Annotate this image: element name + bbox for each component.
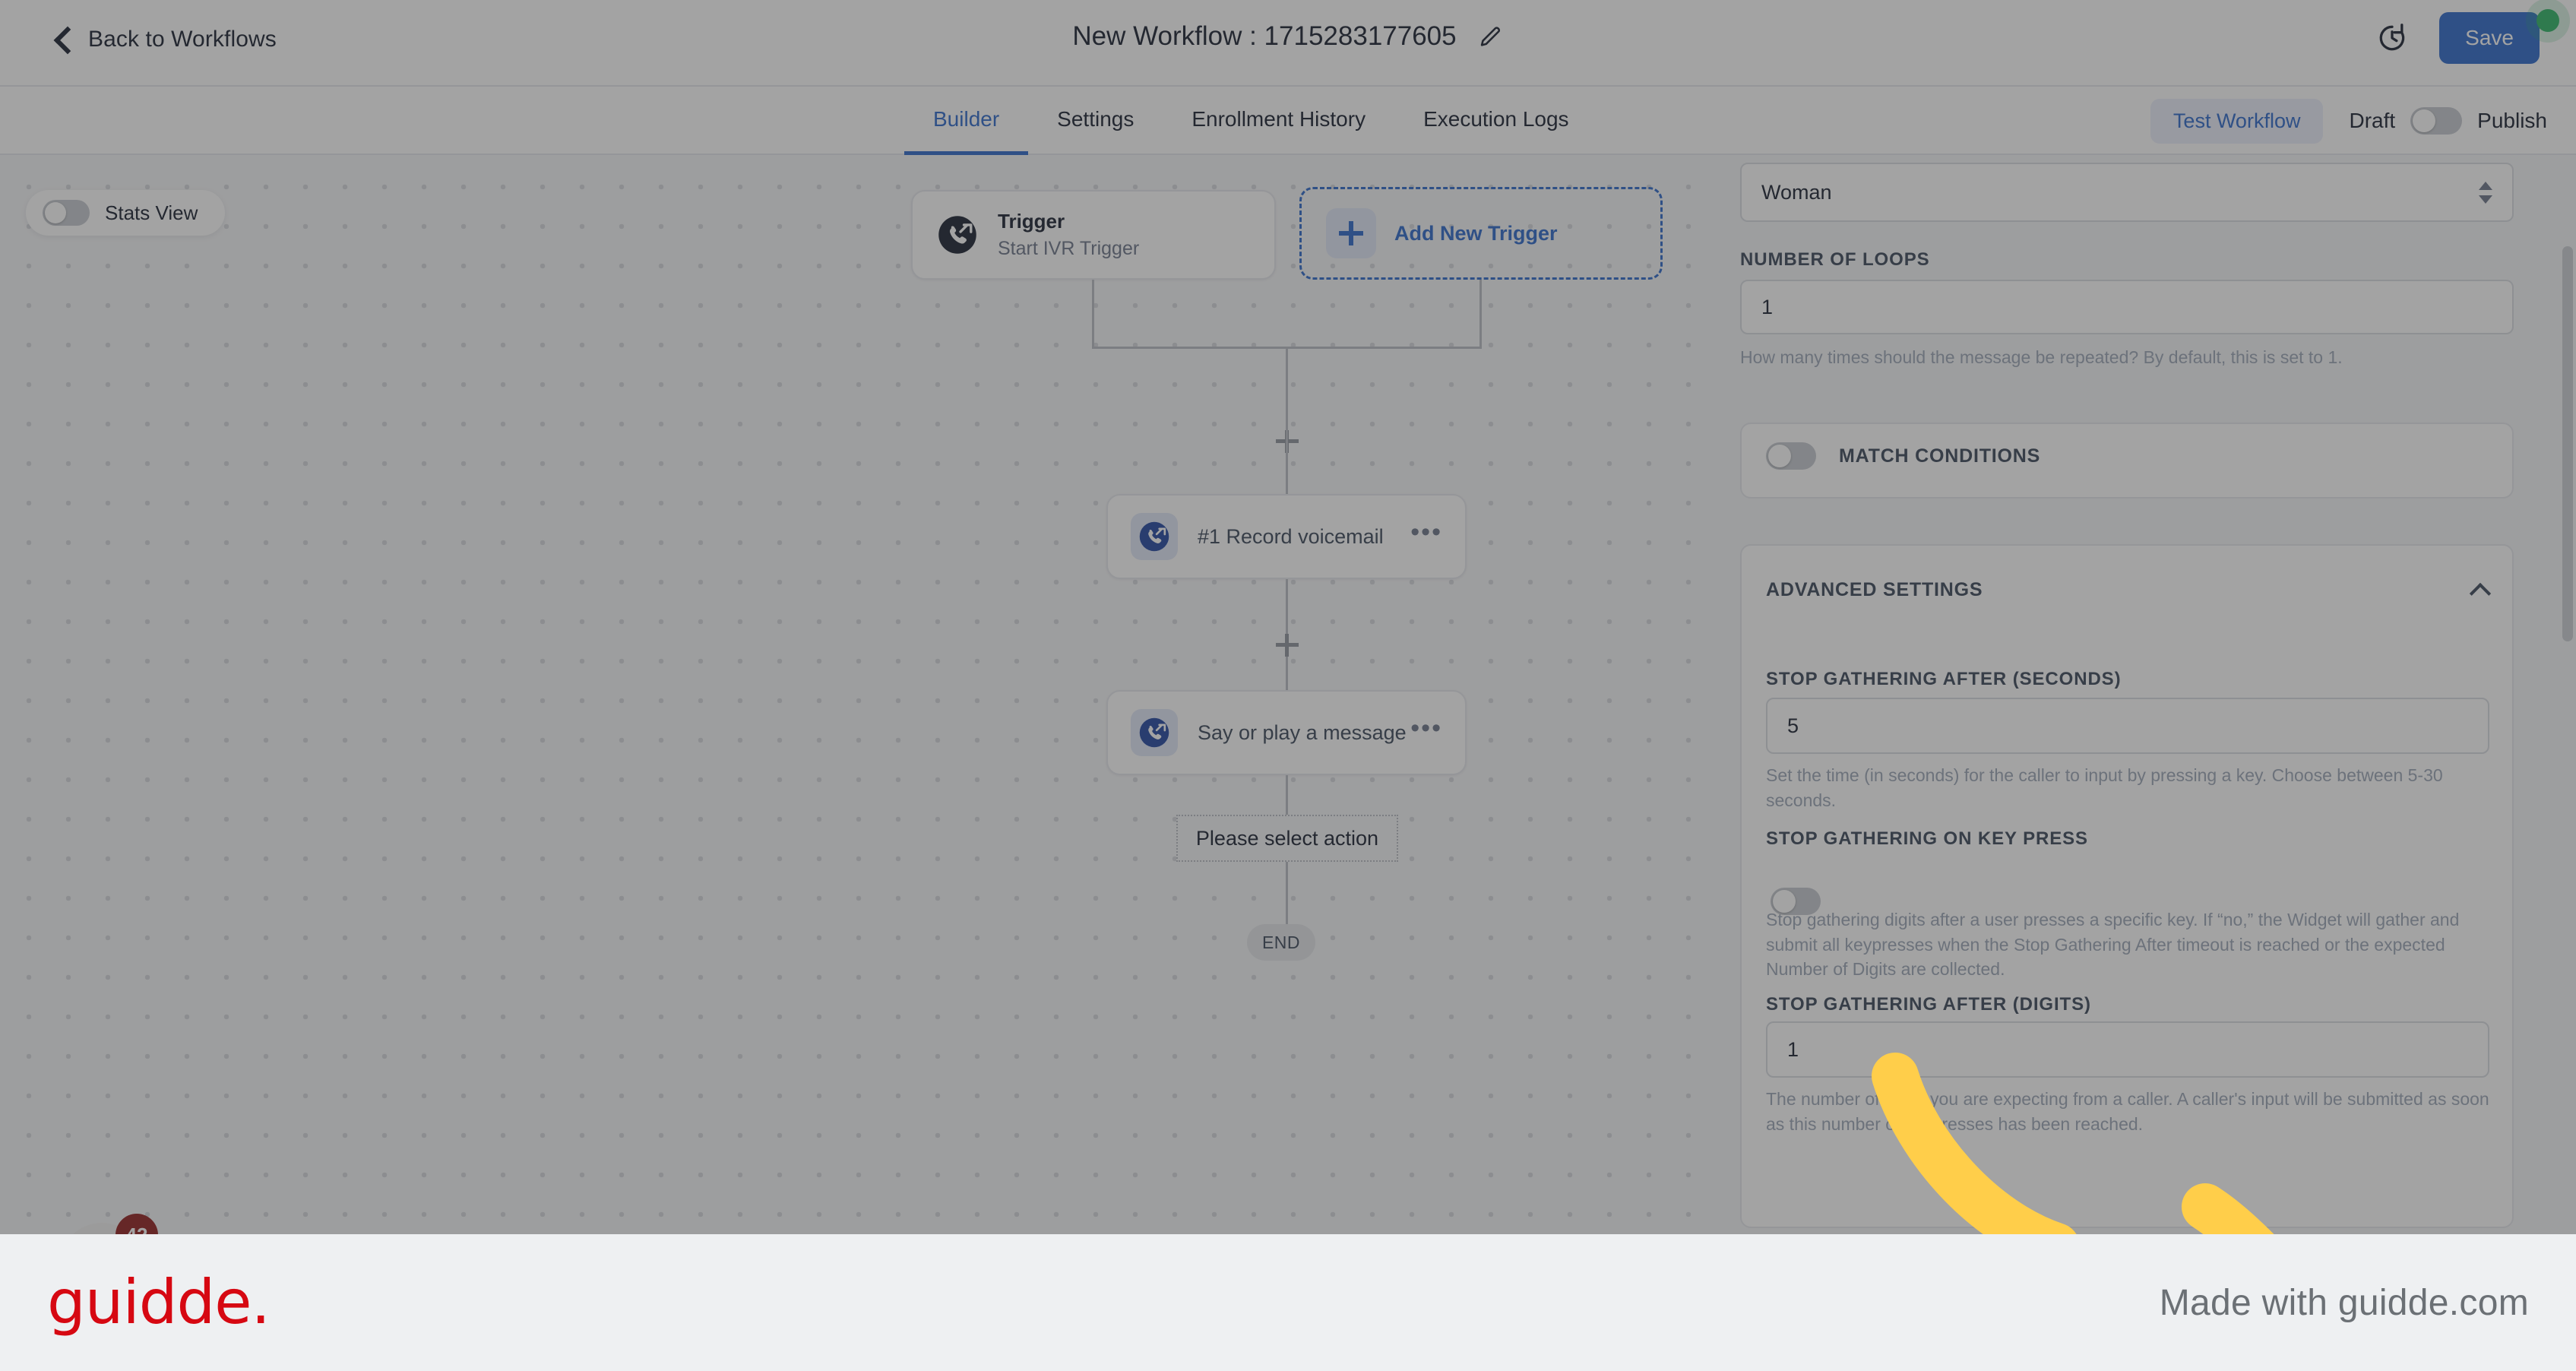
number-of-loops-input[interactable]: 1 <box>1740 280 2514 334</box>
end-node: END <box>1247 924 1315 961</box>
stop-gathering-seconds-helper: Set the time (in seconds) for the caller… <box>1766 765 2443 810</box>
connector-line <box>1286 775 1288 818</box>
stats-view-toggle-group[interactable]: Stats View <box>26 190 226 236</box>
trigger-card-subtitle: Start IVR Trigger <box>998 238 1140 259</box>
select-action-hint: Please select action <box>1176 815 1398 862</box>
stop-gathering-keypress-toggle[interactable] <box>1771 888 1821 915</box>
pencil-icon[interactable] <box>1478 24 1504 49</box>
step-label: #1 Record voicemail <box>1198 524 1384 548</box>
connector-line <box>1479 280 1482 348</box>
stop-gathering-seconds-label: STOP GATHERING AFTER (SECONDS) <box>1766 669 2122 689</box>
number-of-loops-label: NUMBER OF LOOPS <box>1740 249 1930 270</box>
step-label: Say or play a message <box>1198 720 1407 744</box>
add-new-trigger-label: Add New Trigger <box>1394 221 1558 245</box>
workflow-canvas[interactable]: Stats View Trigger Start IVR Trigger Add… <box>0 155 1696 1234</box>
trigger-card-title: Trigger <box>998 210 1065 233</box>
stop-gathering-keypress-label: STOP GATHERING ON KEY PRESS <box>1766 828 2088 849</box>
select-action-hint-label: Please select action <box>1195 826 1379 850</box>
toggle-knob <box>1773 890 1796 913</box>
add-new-trigger-button[interactable]: Add New Trigger <box>1299 187 1663 280</box>
publish-label: Publish <box>2477 109 2547 132</box>
connector-line <box>1286 862 1288 924</box>
connector-line <box>1092 280 1094 348</box>
recording-indicator-dot <box>2536 9 2559 32</box>
tab-enrollment-history[interactable]: Enrollment History <box>1163 87 1394 155</box>
stats-view-toggle[interactable] <box>43 200 90 226</box>
toggle-knob <box>2413 109 2436 132</box>
more-horizontal-icon[interactable]: ••• <box>1410 715 1442 741</box>
plus-icon <box>1326 208 1376 258</box>
application-window: Back to Workflows New Workflow : 1715283… <box>0 0 2576 1234</box>
toggle-knob <box>1768 445 1791 467</box>
stop-gathering-digits-input[interactable]: 1 <box>1766 1021 2489 1078</box>
back-to-workflows-button[interactable]: Back to Workflows <box>55 25 277 54</box>
screenshot-root: Back to Workflows New Workflow : 1715283… <box>0 0 2576 1371</box>
tab-bar-actions: Test Workflow Draft Publish <box>2150 87 2547 155</box>
step-card-say-or-play-message[interactable]: Say or play a message ••• <box>1106 690 1467 775</box>
voice-select[interactable]: Woman <box>1740 163 2514 222</box>
top-bar: Back to Workflows New Workflow : 1715283… <box>0 0 2576 87</box>
more-horizontal-icon[interactable]: ••• <box>1410 519 1442 545</box>
match-conditions-toggle[interactable] <box>1766 442 1816 470</box>
stop-gathering-digits-label: STOP GATHERING AFTER (DIGITS) <box>1766 994 2091 1015</box>
add-step-button-2[interactable] <box>1276 634 1299 657</box>
guidde-logo: guidde. <box>47 1267 271 1338</box>
test-workflow-button[interactable]: Test Workflow <box>2150 98 2324 144</box>
trigger-card[interactable]: Trigger Start IVR Trigger <box>911 190 1276 280</box>
tab-settings[interactable]: Settings <box>1028 87 1163 155</box>
tab-execution-logs[interactable]: Execution Logs <box>1394 87 1597 155</box>
back-to-workflows-label: Back to Workflows <box>88 27 277 52</box>
phone-outgoing-icon <box>1131 709 1178 756</box>
stop-gathering-seconds-input[interactable]: 5 <box>1766 698 2489 754</box>
voice-select-value: Woman <box>1761 180 1832 204</box>
tab-list: Builder Settings Enrollment History Exec… <box>904 87 1598 155</box>
connector-line <box>1286 347 1288 380</box>
stop-gathering-keypress-helper: Stop gathering digits after a user press… <box>1766 910 2460 980</box>
stats-view-label: Stats View <box>105 201 198 224</box>
draft-label: Draft <box>2349 109 2396 132</box>
step-card-record-voicemail[interactable]: #1 Record voicemail ••• <box>1106 494 1467 579</box>
chevron-updown-icon[interactable] <box>2479 181 2492 204</box>
publish-toggle[interactable] <box>2410 107 2463 135</box>
topbar-actions: Save <box>2375 12 2540 64</box>
workflow-title-group: New Workflow : 1715283177605 <box>1072 21 1503 52</box>
toggle-knob <box>45 202 66 223</box>
notification-badge: 42 <box>116 1214 158 1234</box>
tab-bar: Builder Settings Enrollment History Exec… <box>0 87 2576 155</box>
page-title: New Workflow : 1715283177605 <box>1072 21 1457 51</box>
settings-panel: Woman NUMBER OF LOOPS 1 How many times s… <box>1696 155 2576 1234</box>
draft-publish-toggle-group: Draft Publish <box>2349 107 2547 135</box>
chevron-up-icon[interactable] <box>2473 581 2489 598</box>
history-clock-icon[interactable] <box>2375 21 2409 55</box>
stop-gathering-digits-helper: The number of digits you are expecting f… <box>1766 1089 2489 1134</box>
phone-outgoing-icon <box>938 216 976 254</box>
advanced-settings-label: ADVANCED SETTINGS <box>1766 578 1983 600</box>
panel-scrollbar-thumb[interactable] <box>2562 246 2573 641</box>
guidde-footer: guidde. Made with guidde.com <box>0 1234 2576 1371</box>
advanced-settings-header[interactable]: ADVANCED SETTINGS <box>1766 553 2489 626</box>
made-with-guidde-label: Made with guidde.com <box>2159 1282 2529 1323</box>
settings-panel-content: Woman NUMBER OF LOOPS 1 How many times s… <box>1696 155 2555 1234</box>
end-node-label: END <box>1261 932 1301 952</box>
match-conditions-label: MATCH CONDITIONS <box>1839 445 2041 467</box>
phone-outgoing-icon <box>1131 513 1178 560</box>
chevron-left-icon <box>55 25 71 54</box>
match-conditions-row[interactable]: MATCH CONDITIONS <box>1766 442 2040 470</box>
tab-builder[interactable]: Builder <box>904 87 1028 155</box>
save-button[interactable]: Save <box>2439 12 2540 64</box>
trigger-card-text: Trigger Start IVR Trigger <box>998 210 1139 260</box>
number-of-loops-helper: How many times should the message be rep… <box>1740 347 2343 367</box>
